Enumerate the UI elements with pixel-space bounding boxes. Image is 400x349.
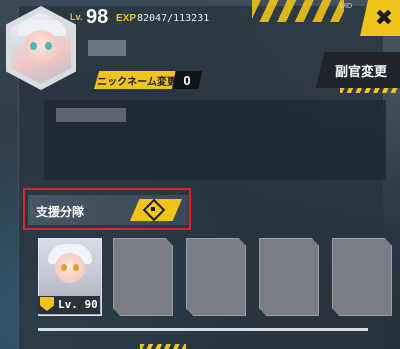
nickname-change-label: ニックネーム変更: [97, 76, 177, 88]
nickname-change-button[interactable]: ニックネーム変更: [94, 71, 180, 89]
avatar-face: [24, 30, 58, 64]
support-slot-1-level: Lv. 90: [58, 298, 98, 311]
support-slot-5[interactable]: [332, 238, 392, 316]
player-name-field: [88, 40, 126, 56]
exp-value: 82047/113231: [137, 13, 210, 24]
avatar-eye-left: [30, 42, 37, 50]
support-slot-2[interactable]: [113, 238, 173, 316]
exp-label: EXP: [116, 13, 137, 24]
close-icon: ✖: [374, 5, 394, 30]
nickname-change-count: 0: [172, 71, 202, 89]
bottom-divider: [38, 328, 368, 331]
support-slot-1-eye-left: [61, 264, 67, 271]
support-slot-4[interactable]: [259, 238, 319, 316]
level-value: 98: [86, 6, 109, 28]
nickname-change-count-value: 0: [183, 72, 191, 88]
support-fleet-highlight: [23, 188, 191, 230]
support-slot-3[interactable]: [186, 238, 246, 316]
secretary-change-label: 副官変更: [334, 63, 387, 79]
secretary-stripe: [340, 88, 400, 93]
header-stripe: [252, 0, 344, 22]
profile-comment-text: [56, 108, 126, 122]
secretary-change-button[interactable]: 副官変更: [316, 52, 400, 88]
avatar-eye-right: [45, 42, 52, 50]
support-slot-1-face: [55, 253, 85, 283]
bottom-stripe: [140, 344, 186, 349]
uid-label: UID: [340, 3, 353, 10]
level-label: Lv.: [70, 12, 83, 22]
support-slot-1-eye-right: [73, 264, 79, 271]
